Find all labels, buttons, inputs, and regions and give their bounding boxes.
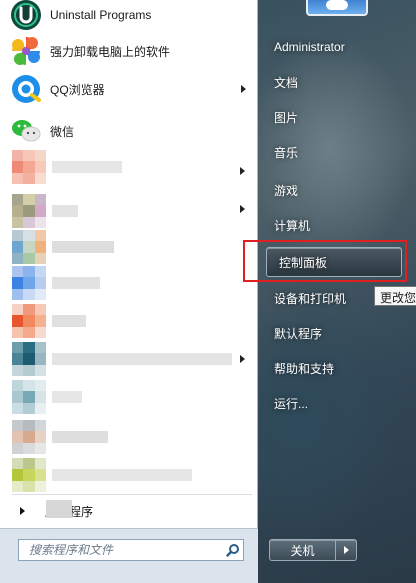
list-item[interactable]: [12, 266, 100, 300]
blurred-app-icon: [12, 150, 46, 184]
blurred-app-icon: [12, 194, 46, 228]
wechat-icon: [10, 115, 42, 147]
separator: [12, 494, 252, 495]
list-item[interactable]: [12, 458, 192, 492]
blurred-text: [52, 205, 78, 217]
submenu-arrow-icon: [241, 85, 246, 93]
blurred-text: [52, 469, 192, 481]
blurred-app-icon: [12, 380, 46, 414]
list-item[interactable]: [12, 420, 108, 454]
menu-item-documents[interactable]: 文档: [262, 67, 404, 97]
blurred-app-icon: [12, 266, 46, 300]
program-power-uninstall[interactable]: 强力卸载电脑上的软件: [0, 32, 258, 70]
blurred-app-icon: [12, 342, 46, 376]
program-label: QQ浏览器: [50, 82, 105, 97]
program-wechat[interactable]: 微信: [0, 112, 258, 150]
list-item[interactable]: [12, 342, 232, 376]
list-item[interactable]: [12, 150, 122, 184]
expand-arrow-icon: [20, 507, 25, 515]
menu-item-music[interactable]: 音乐: [262, 137, 404, 167]
tooltip: 更改您: [374, 286, 416, 306]
blurred-text: [52, 391, 82, 403]
list-item[interactable]: [12, 304, 86, 338]
user-avatar[interactable]: [306, 0, 368, 16]
submenu-arrow-icon: [240, 167, 245, 175]
chevron-right-icon: [343, 546, 349, 554]
shutdown-button[interactable]: 关机: [270, 540, 336, 560]
menu-item-pictures[interactable]: 图片: [262, 102, 404, 132]
blurred-app-icon: [12, 304, 46, 338]
search-area: [0, 528, 258, 583]
program-label: Uninstall Programs: [50, 8, 152, 22]
all-programs-button[interactable]: 所有程序: [0, 498, 258, 524]
shutdown-button-group: 关机: [269, 539, 357, 561]
annotation-highlight-box: [243, 240, 407, 282]
program-label: 微信: [50, 124, 75, 139]
menu-item-computer[interactable]: 计算机: [262, 210, 404, 240]
program-uninstall-programs[interactable]: Uninstall Programs: [0, 0, 258, 34]
program-label: 强力卸载电脑上的软件: [50, 44, 171, 59]
menu-item-default-programs[interactable]: 默认程序: [262, 318, 404, 348]
search-input[interactable]: [19, 541, 223, 559]
qq-browser-icon: [10, 73, 42, 105]
list-item[interactable]: [12, 230, 114, 264]
start-menu-programs-panel: Uninstall Programs 强力卸载电脑上的软件 QQ浏览器 微信 搜…: [0, 0, 258, 583]
blurred-text: [52, 353, 232, 365]
menu-item-help-support[interactable]: 帮助和支持: [262, 353, 404, 383]
menu-item-run[interactable]: 运行...: [262, 388, 404, 418]
pinwheel-icon: [10, 35, 42, 67]
uninstall-icon: [10, 0, 42, 31]
blurred-text: [52, 277, 100, 289]
blurred-text: [52, 161, 122, 173]
blurred-text: [52, 315, 86, 327]
user-name[interactable]: Administrator: [262, 32, 404, 62]
blurred-text: [52, 241, 114, 253]
blurred-app-icon: [12, 230, 46, 264]
list-item[interactable]: [12, 194, 78, 228]
menu-item-games[interactable]: 游戏: [262, 175, 404, 205]
search-box: [18, 539, 244, 561]
search-icon[interactable]: [223, 540, 243, 560]
blurred-app-icon: [12, 458, 46, 492]
blurred-text: [46, 500, 72, 518]
shutdown-options-button[interactable]: [336, 540, 356, 560]
submenu-arrow-icon: [240, 205, 245, 213]
program-qq-browser[interactable]: QQ浏览器: [0, 70, 258, 108]
blurred-app-icon: [12, 420, 46, 454]
submenu-arrow-icon: [240, 355, 245, 363]
list-item[interactable]: [12, 380, 82, 414]
blurred-text: [52, 431, 108, 443]
